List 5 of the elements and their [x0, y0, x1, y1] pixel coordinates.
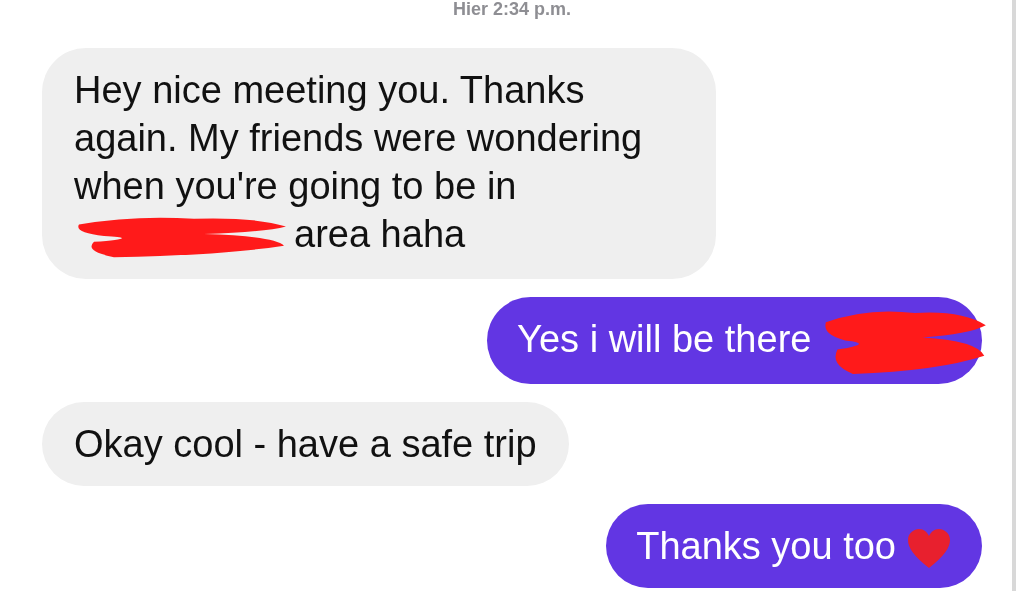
scrollbar[interactable] — [1012, 0, 1016, 591]
received-message: Hey nice meeting you. Thanks again. My friends were wondering when you're going to be in area haha — [42, 48, 716, 279]
timestamp: Hier 2:34 p.m. — [452, 0, 571, 18]
received-message: Okay cool - have a safe trip — [42, 401, 569, 486]
sent-message: Thanks you too — [606, 503, 982, 588]
